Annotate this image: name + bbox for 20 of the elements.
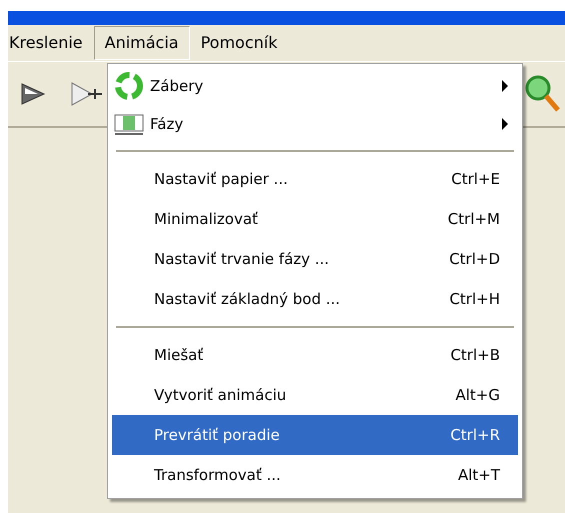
submenu-item[interactable]: Fázy [112,105,518,143]
menu-bar-item[interactable]: Animácia [94,26,190,60]
play-add-icon[interactable] [70,81,104,107]
menu-item[interactable]: Minimalizovať Ctrl+M [112,199,518,239]
menu-item[interactable]: Vytvoriť animáciu Alt+G [112,375,518,415]
play-icon[interactable] [20,82,46,106]
frames-icon [114,112,144,136]
menu-item[interactable]: Nastaviť základný bod ... Ctrl+H [112,279,518,319]
menu-bar-item[interactable]: Kreslenie [0,26,94,60]
cycle-arrows-icon [114,71,144,101]
menu-item[interactable]: Nastaviť trvanie fázy ... Ctrl+D [112,239,518,279]
menu-item[interactable]: Nastaviť papier ... Ctrl+E [112,159,518,199]
menu-bar-item[interactable]: Pomocník [190,26,288,60]
submenu-item[interactable]: Zábery [112,67,518,105]
submenu-arrow-icon [502,118,508,130]
magnifier-icon[interactable] [524,74,560,114]
menu-item[interactable]: Miešať Ctrl+B [112,335,518,375]
submenu-arrow-icon [502,80,508,92]
menu-item[interactable]: Prevrátiť poradie Ctrl+R [112,415,518,455]
menu-item[interactable]: Transformovať ... Alt+T [112,455,518,495]
